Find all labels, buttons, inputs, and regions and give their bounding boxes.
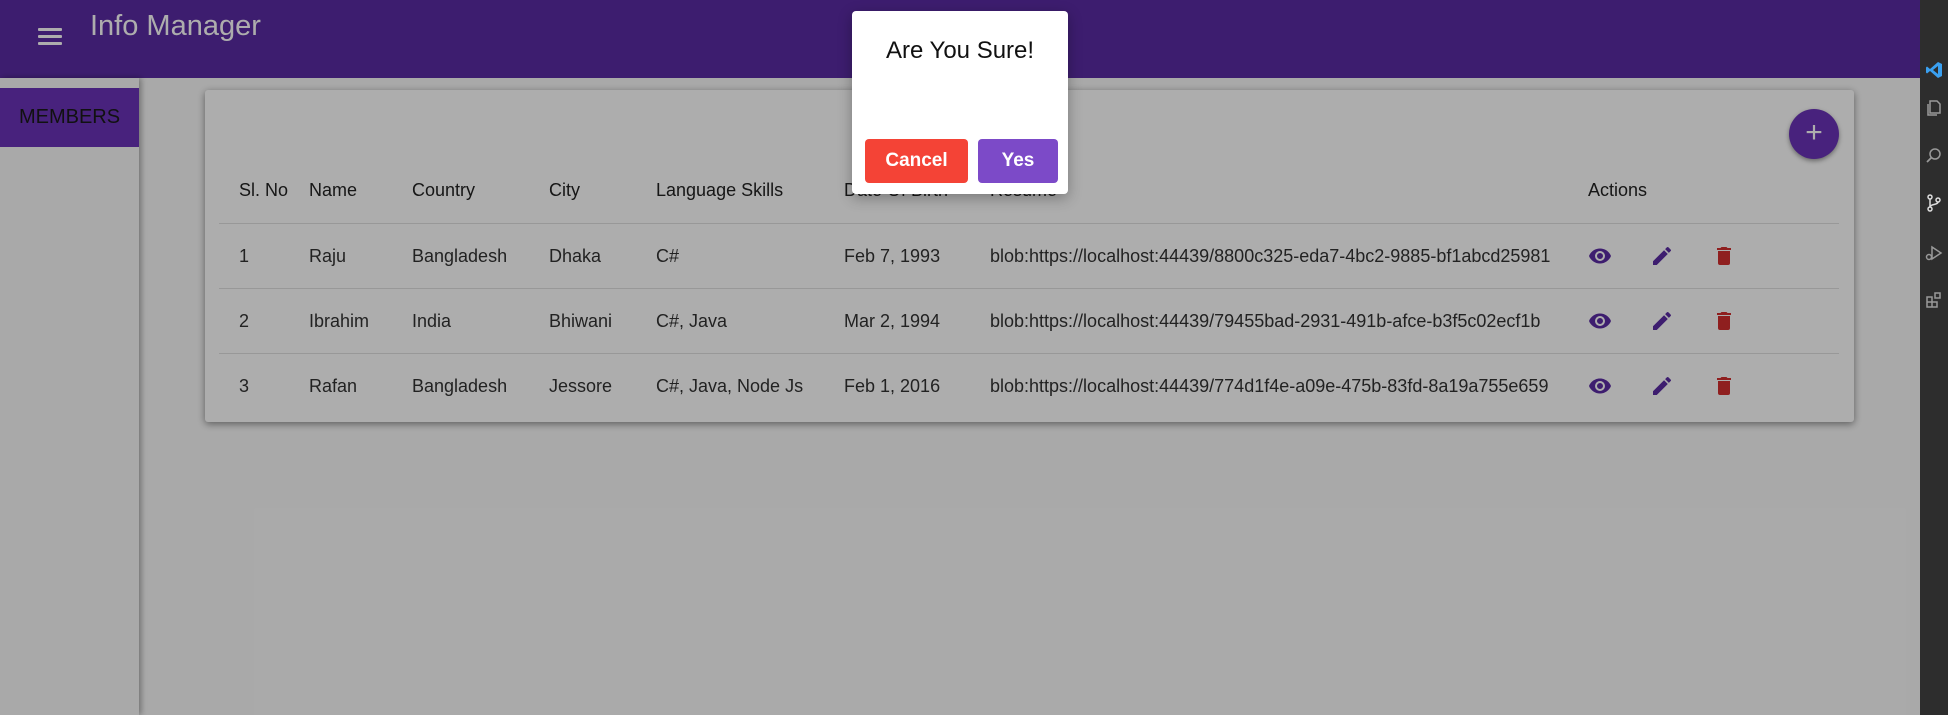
cancel-button[interactable]: Cancel xyxy=(865,139,968,183)
vscode-activity-bar xyxy=(1920,0,1948,715)
search-icon[interactable] xyxy=(1924,146,1944,166)
source-control-icon[interactable] xyxy=(1924,193,1944,213)
dialog-title: Are You Sure! xyxy=(885,37,1035,64)
explorer-icon[interactable] xyxy=(1924,98,1944,118)
confirm-dialog: Are You Sure! Cancel Yes xyxy=(852,11,1068,194)
run-debug-icon[interactable] xyxy=(1924,243,1944,263)
vscode-logo-icon xyxy=(1926,62,1942,78)
extensions-icon[interactable] xyxy=(1924,290,1944,310)
yes-button[interactable]: Yes xyxy=(978,139,1058,183)
